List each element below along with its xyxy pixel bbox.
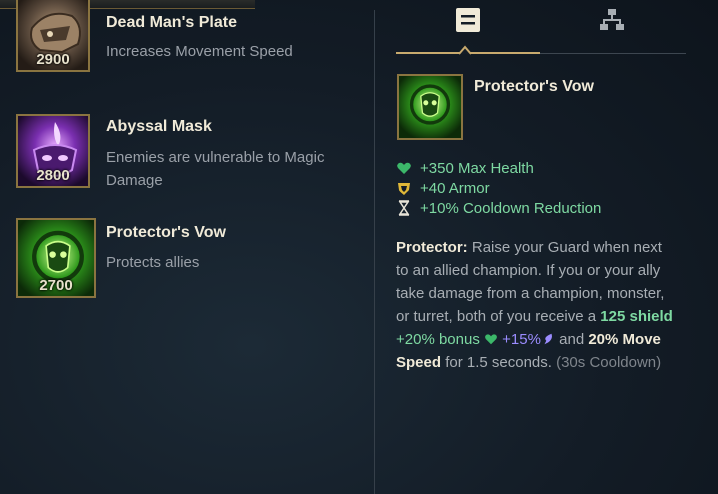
stat-cooldown: +10% Cooldown Reduction: [396, 198, 601, 218]
item-name: Abyssal Mask: [106, 118, 212, 135]
dead-mans-plate-icon: 2900: [16, 0, 90, 72]
stat-health: +350 Max Health: [396, 158, 534, 178]
item-dead-mans-plate[interactable]: 2900 Dead Man's Plate Increases Movement…: [16, 0, 366, 78]
tab-build-tree[interactable]: [598, 6, 628, 36]
item-price: 2700: [39, 277, 73, 294]
panel-divider: [374, 10, 375, 494]
armor-icon: [398, 183, 410, 195]
passive-shield-value: 125 shield: [600, 308, 673, 325]
item-description: Enemies are vulnerable to Magic Damage: [106, 149, 325, 189]
heart-icon: [397, 162, 411, 174]
passive-name: Protector:: [396, 239, 468, 256]
tab-divider-line: [540, 53, 686, 54]
item-price: 2800: [36, 167, 70, 184]
item-description: Increases Movement Speed: [106, 43, 293, 60]
passive-ap-value: +15%: [502, 331, 541, 348]
detail-title: Protector's Vow: [474, 78, 594, 95]
passive-description: Protector: Raise your Guard when next to…: [396, 236, 676, 374]
ability-power-icon: [544, 333, 552, 345]
item-price: 2900: [36, 51, 70, 68]
detail-item-icon: [397, 74, 463, 140]
stat-armor: +40 Armor: [396, 178, 490, 198]
item-description: Protects allies: [106, 254, 200, 271]
item-name: Protector's Vow: [106, 224, 226, 241]
passive-duration: for 1.5 seconds.: [445, 354, 552, 371]
passive-and: and: [559, 331, 585, 348]
item-protectors-vow[interactable]: 2700 Protector's Vow Protects allies: [16, 218, 366, 298]
tab-caret-icon: [458, 45, 472, 55]
tab-description[interactable]: [454, 6, 484, 36]
protectors-vow-icon: 2700: [16, 218, 96, 298]
list-icon: [456, 8, 480, 32]
abyssal-mask-icon: 2800: [16, 114, 90, 188]
hourglass-icon: [398, 200, 410, 216]
stat-text: +350 Max Health: [420, 159, 534, 177]
build-tree-icon: [600, 9, 624, 30]
heart-icon: [485, 334, 497, 345]
passive-cooldown: (30s Cooldown): [556, 354, 662, 371]
stat-text: +10% Cooldown Reduction: [420, 199, 602, 217]
passive-bonus-value: +20% bonus: [396, 331, 480, 348]
stat-text: +40 Armor: [420, 179, 490, 197]
item-abyssal-mask[interactable]: 2800 Abyssal Mask Enemies are vulnerable…: [16, 114, 366, 194]
item-name: Dead Man's Plate: [106, 14, 237, 31]
